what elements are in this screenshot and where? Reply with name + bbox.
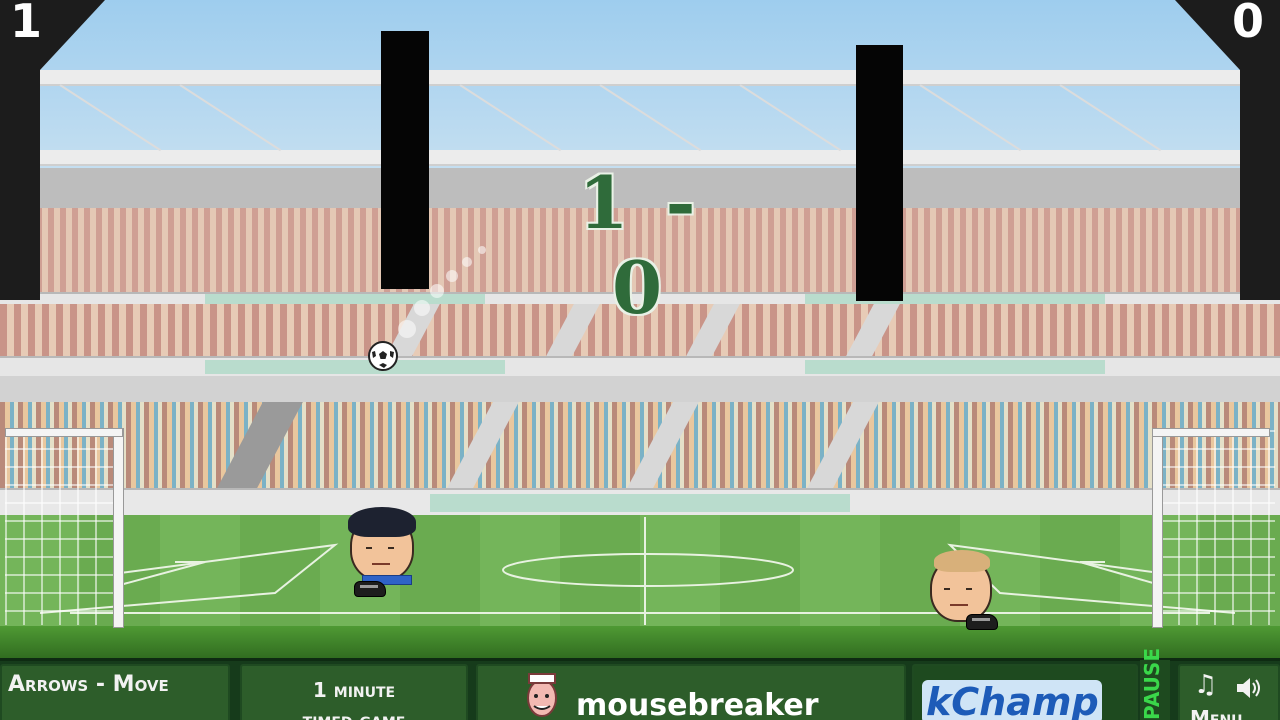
player-two-eye: [944, 588, 950, 590]
ball-trail: [414, 300, 430, 316]
right-goal-net: [1160, 430, 1275, 625]
left-score: 1: [10, 0, 43, 48]
ground-strip: [0, 626, 1280, 660]
player-one-eye: [366, 547, 372, 549]
kchamp-panel[interactable]: kChamp: [912, 664, 1138, 720]
controls-text: Arrows - Move: [8, 672, 169, 697]
kchamp-logo: kChamp: [926, 680, 1099, 720]
game-mode-panel: 1 minute timed game: [240, 664, 468, 720]
ball-trail: [398, 320, 416, 338]
pause-button[interactable]: PAUSE: [1140, 648, 1170, 720]
player-one: [346, 505, 416, 600]
right-goal-crossbar: [1152, 428, 1270, 437]
music-note-icon[interactable]: ♫: [1194, 670, 1217, 700]
ball-trail: [430, 284, 444, 298]
mode-text-2: timed game: [302, 708, 406, 720]
options-panel: ♫ Menu: [1178, 664, 1280, 720]
pitch: [0, 515, 1280, 627]
player-one-eye: [388, 547, 394, 549]
speaker-icon[interactable]: [1234, 674, 1262, 702]
player-one-mouth: [372, 563, 390, 565]
ad-board: [805, 360, 1105, 374]
stand-concourse: [0, 376, 1280, 402]
ball-trail: [478, 246, 486, 254]
right-goal-post: [1152, 428, 1163, 628]
ad-board: [430, 494, 850, 512]
ad-board: [205, 360, 505, 374]
floodlight-post-right: [856, 45, 903, 301]
floodlight-post-left: [381, 31, 429, 289]
soccer-ball: [368, 341, 398, 371]
player-two-boot: [966, 614, 998, 630]
player-two-hair: [934, 550, 990, 572]
stadium-roof-upper: [30, 70, 1250, 86]
ball-trail: [446, 270, 458, 282]
boot-stripe: [972, 618, 990, 621]
left-goal-net: [5, 430, 120, 625]
mode-text: 1 minute: [312, 678, 396, 702]
right-score: 0: [1232, 0, 1265, 48]
player-one-hair: [348, 507, 416, 537]
ball-pattern-icon: [372, 351, 394, 368]
sponsor-panel[interactable]: mousebreaker: [476, 664, 906, 720]
mousebreaker-logo: mousebreaker: [576, 688, 819, 720]
ball-trail: [462, 257, 472, 267]
menu-button[interactable]: Menu: [1190, 706, 1243, 720]
game-stage: 1 - 0 1 0 Arrows - Move 1 minute timed g…: [0, 0, 1280, 720]
pitch-markings: [39, 517, 1236, 625]
player-two-mouth: [950, 604, 968, 606]
boot-stripe: [360, 585, 378, 588]
mascot-icon: [527, 673, 557, 717]
left-goal-post: [113, 428, 124, 628]
controls-panel: Arrows - Move: [0, 664, 230, 720]
player-one-boot: [354, 581, 386, 597]
center-score: 1 - 0: [578, 160, 702, 330]
player-two-eye: [966, 588, 972, 590]
player-two: [926, 548, 1000, 643]
left-goal-crossbar: [5, 428, 123, 437]
